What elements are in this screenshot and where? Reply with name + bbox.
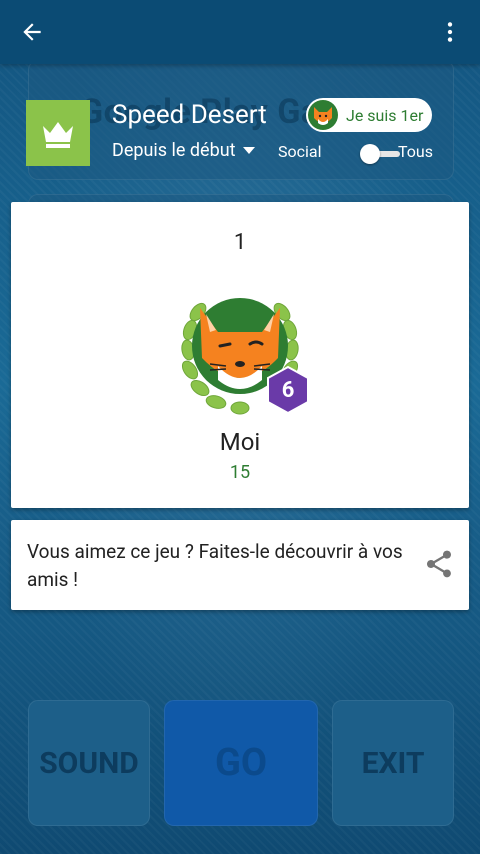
dropdown-arrow-icon xyxy=(242,146,255,154)
social-filter-label: Social xyxy=(278,142,322,161)
exit-button[interactable]: EXIT xyxy=(332,700,454,826)
my-rank-label: Je suis 1er xyxy=(346,105,424,125)
leaderboard-header: Speed Desert Depuis le début Je suis 1er… xyxy=(26,98,452,168)
period-label: Depuis le début xyxy=(112,140,236,161)
player-name: Moi xyxy=(219,428,261,456)
player-rank-card[interactable]: 1 6 Moi 15 xyxy=(11,202,469,508)
share-button[interactable] xyxy=(423,548,455,580)
player-rank: 1 xyxy=(233,230,247,255)
leaderboard-icon-tile xyxy=(26,100,90,166)
share-message: Vous aimez ce jeu ? Faites-le découvrir … xyxy=(27,540,403,591)
fox-avatar-icon xyxy=(309,101,337,129)
share-icon xyxy=(427,550,451,578)
go-button[interactable]: GO xyxy=(164,700,318,826)
share-card[interactable]: Vous aimez ce jeu ? Faites-le découvrir … xyxy=(11,520,469,610)
crown-icon xyxy=(43,122,73,148)
player-level: 6 xyxy=(281,377,295,403)
period-dropdown[interactable]: Depuis le début xyxy=(112,140,256,161)
player-score: 15 xyxy=(229,462,251,483)
arrow-back-icon xyxy=(23,23,41,41)
more-vert-icon xyxy=(447,22,453,42)
my-rank-chip[interactable]: Je suis 1er xyxy=(306,98,432,132)
avatar xyxy=(308,100,338,130)
leaderboard-title: Speed Desert xyxy=(112,100,267,130)
app-bar xyxy=(0,0,480,64)
toggle-thumb xyxy=(360,144,380,164)
back-button[interactable] xyxy=(8,8,56,56)
social-all-toggle[interactable] xyxy=(360,144,402,164)
all-filter-label: Tous xyxy=(398,142,433,161)
level-badge: 6 xyxy=(267,365,309,415)
sound-button[interactable]: SOUND xyxy=(28,700,150,826)
more-options-button[interactable] xyxy=(426,8,474,56)
